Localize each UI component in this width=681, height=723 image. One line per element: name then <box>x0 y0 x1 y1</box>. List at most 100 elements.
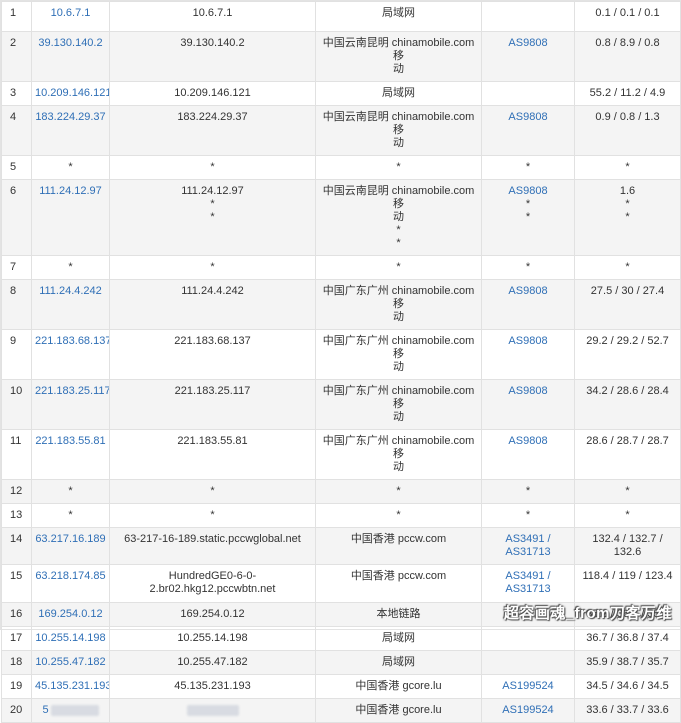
table-row: 3 10.209.146.121 10.209.146.121 局域网 55.2 / 1… <box>1 81 681 106</box>
ip-link[interactable]: 169.254.0.12 <box>38 608 102 620</box>
location-cell: 中国香港 gcore.lu <box>315 698 482 723</box>
location-cell-text: 局域网 <box>382 7 415 19</box>
ip-cell: 169.254.0.12 <box>31 602 110 627</box>
asn-cell[interactable]: AS199524 <box>481 698 575 723</box>
asn-cell-text: * <box>525 211 531 223</box>
asn-cell[interactable]: * <box>481 503 575 528</box>
hop-number: 20 <box>1 698 32 723</box>
table-row: 4 183.224.29.37 183.224.29.37 中国云南昆明 chinam… <box>1 105 681 156</box>
location-cell-text: 中国广东广州 chinamobile.com 移 <box>322 385 475 410</box>
hostname-cell: * <box>109 255 316 280</box>
ip-link[interactable]: 221.183.25.117 <box>35 385 109 397</box>
hostname-cell: 39.130.140.2 <box>109 31 316 82</box>
location-cell-text: 中国云南昆明 chinamobile.com 移 <box>322 185 475 210</box>
asn-cell[interactable]: AS3491 /AS31713 <box>481 527 575 565</box>
ip-link[interactable]: 63.218.174.85 <box>35 570 105 582</box>
asn-cell-text[interactable]: AS9808 <box>508 285 547 297</box>
rtt-cell: 0.8 / 8.9 / 0.8 <box>574 31 681 82</box>
ip-link[interactable]: 111.24.4.242 <box>39 285 102 297</box>
asn-cell-text[interactable]: AS9808 <box>508 111 547 123</box>
ip-link[interactable]: 45.135.231.193 <box>35 680 109 692</box>
asn-cell[interactable]: AS199524 <box>481 674 575 699</box>
asn-cell-text[interactable]: AS3491 / <box>505 533 550 545</box>
ip-link[interactable]: 10.209.146.121 <box>35 87 109 99</box>
asn-cell[interactable]: * <box>481 255 575 280</box>
rtt-cell-text: * <box>625 211 630 223</box>
ip-link: * <box>68 161 73 173</box>
hostname-cell: HundredGE0-6-0- 2.br02.hkg12.pccwbtn.net <box>109 564 316 603</box>
location-cell-text: 中国云南昆明 chinamobile.com 移 <box>322 111 475 136</box>
location-cell-text: 动 <box>393 63 404 75</box>
hostname-cell-text: HundredGE0-6-0- <box>168 570 257 582</box>
asn-cell-text[interactable]: AS9808 <box>508 37 547 49</box>
rtt-cell: * <box>574 503 681 528</box>
asn-cell-text[interactable]: AS9808 <box>508 185 547 197</box>
hostname-cell-text: * <box>210 198 215 210</box>
asn-cell-text[interactable]: AS31713 <box>505 546 550 558</box>
asn-cell[interactable]: AS9808 <box>481 429 575 480</box>
ip-link[interactable]: 221.183.55.81 <box>35 435 105 447</box>
asn-cell[interactable]: * <box>481 155 575 180</box>
asn-cell[interactable] <box>481 626 575 651</box>
ip-link[interactable]: 183.224.29.37 <box>35 111 105 123</box>
asn-cell-text[interactable]: AS9808 <box>508 385 547 397</box>
ip-link[interactable]: 111.24.12.97 <box>39 185 102 197</box>
asn-cell-text[interactable]: AS31713 <box>505 583 550 595</box>
ip-link[interactable]: 10.255.14.198 <box>35 632 105 644</box>
hostname-cell-text: 2.br02.hkg12.pccwbtn.net <box>149 583 276 595</box>
hostname-cell-text: * <box>210 261 215 273</box>
rtt-cell-text: * <box>625 198 630 210</box>
location-cell-text: * <box>396 485 401 497</box>
asn-cell[interactable]: AS3491 /AS31713 <box>481 564 575 603</box>
hostname-cell-text: 111.24.12.97 <box>181 185 244 197</box>
ip-link[interactable]: 5 <box>42 704 48 716</box>
ip-link[interactable]: 63.217.16.189 <box>35 533 105 545</box>
ip-cell: * <box>31 503 110 528</box>
hop-number: 2 <box>1 31 32 82</box>
hostname-cell-text: 221.183.68.137 <box>174 335 251 347</box>
hostname-cell-text: 183.224.29.37 <box>177 111 248 123</box>
hop-number: 8 <box>1 279 32 330</box>
asn-cell[interactable]: AS9808 <box>481 31 575 82</box>
asn-cell[interactable]: AS9808 <box>481 105 575 156</box>
asn-cell[interactable] <box>481 1 575 32</box>
asn-cell-text[interactable]: AS3491 / <box>505 570 550 582</box>
ip-cell: 63.218.174.85 <box>31 564 110 603</box>
hop-number: 1 <box>1 1 32 32</box>
hostname-cell: 221.183.25.117 <box>109 379 316 430</box>
ip-link[interactable]: 10.6.7.1 <box>51 7 91 19</box>
redacted-block <box>186 704 239 716</box>
asn-cell[interactable]: AS9808 * * <box>481 179 575 256</box>
ip-link[interactable]: 221.183.68.137 <box>35 335 109 347</box>
asn-cell[interactable]: AS9808 <box>481 379 575 430</box>
location-cell: 中国广东广州 chinamobile.com 移动 <box>315 429 482 480</box>
asn-cell-text[interactable]: AS199524 <box>502 704 553 716</box>
asn-cell-text[interactable]: AS9808 <box>508 335 547 347</box>
asn-cell[interactable]: AS9808 <box>481 279 575 330</box>
location-cell-text: 动 <box>393 211 404 223</box>
rtt-cell: 34.5 / 34.6 / 34.5 <box>574 674 681 699</box>
hop-number: 3 <box>1 81 32 106</box>
hostname-cell-text: * <box>210 509 215 521</box>
hostname-cell <box>109 698 316 723</box>
hop-number: 12 <box>1 479 32 504</box>
hop-number: 13 <box>1 503 32 528</box>
ip-cell: 10.6.7.1 <box>31 1 110 32</box>
table-row: 11 221.183.55.81 221.183.55.81 中国广东广州 china… <box>1 429 681 480</box>
hop-number: 11 <box>1 429 32 480</box>
ip-link[interactable]: 39.130.140.2 <box>38 37 102 49</box>
location-cell: 局域网 <box>315 626 482 651</box>
hostname-cell-text: 111.24.4.242 <box>181 285 244 297</box>
asn-cell[interactable]: * <box>481 479 575 504</box>
asn-cell[interactable] <box>481 81 575 106</box>
rtt-cell: 0.1 / 0.1 / 0.1 <box>574 1 681 32</box>
rtt-cell-text: 0.8 / 8.9 / 0.8 <box>595 37 660 49</box>
hop-number: 15 <box>1 564 32 603</box>
rtt-cell-text: 34.2 / 28.6 / 28.4 <box>586 385 669 397</box>
asn-cell-text[interactable]: AS9808 <box>508 435 547 447</box>
asn-cell[interactable] <box>481 650 575 675</box>
asn-cell[interactable]: AS9808 <box>481 329 575 380</box>
location-cell-text: 动 <box>393 361 404 373</box>
asn-cell-text[interactable]: AS199524 <box>502 680 553 692</box>
ip-link[interactable]: 10.255.47.182 <box>35 656 105 668</box>
